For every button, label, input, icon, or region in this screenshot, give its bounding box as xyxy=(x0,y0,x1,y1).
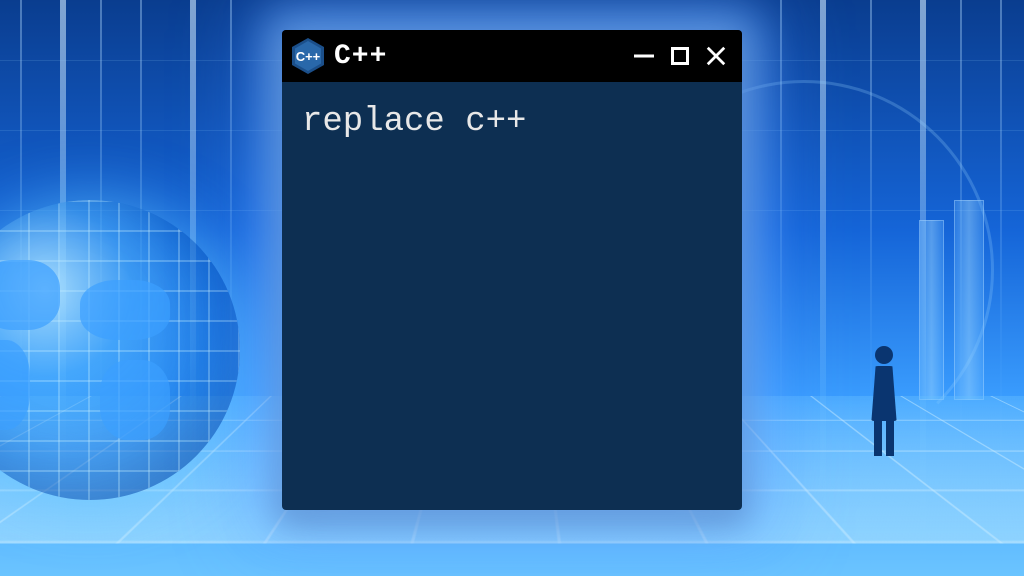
terminal-window: C++ C++ replace c++ xyxy=(282,30,742,510)
window-titlebar[interactable]: C++ C++ xyxy=(282,30,742,82)
cpp-logo-text: C++ xyxy=(296,49,321,64)
background-person-silhouette xyxy=(864,346,904,456)
close-button[interactable] xyxy=(704,44,728,68)
terminal-content-area[interactable]: replace c++ xyxy=(282,82,742,162)
minimize-icon xyxy=(632,44,656,68)
maximize-icon xyxy=(671,47,689,65)
close-icon xyxy=(705,45,727,67)
terminal-text: replace c++ xyxy=(302,103,526,141)
window-controls xyxy=(632,44,728,68)
cpp-logo-icon: C++ xyxy=(292,38,324,74)
maximize-button[interactable] xyxy=(668,44,692,68)
minimize-button[interactable] xyxy=(632,44,656,68)
window-title: C++ xyxy=(334,41,622,72)
